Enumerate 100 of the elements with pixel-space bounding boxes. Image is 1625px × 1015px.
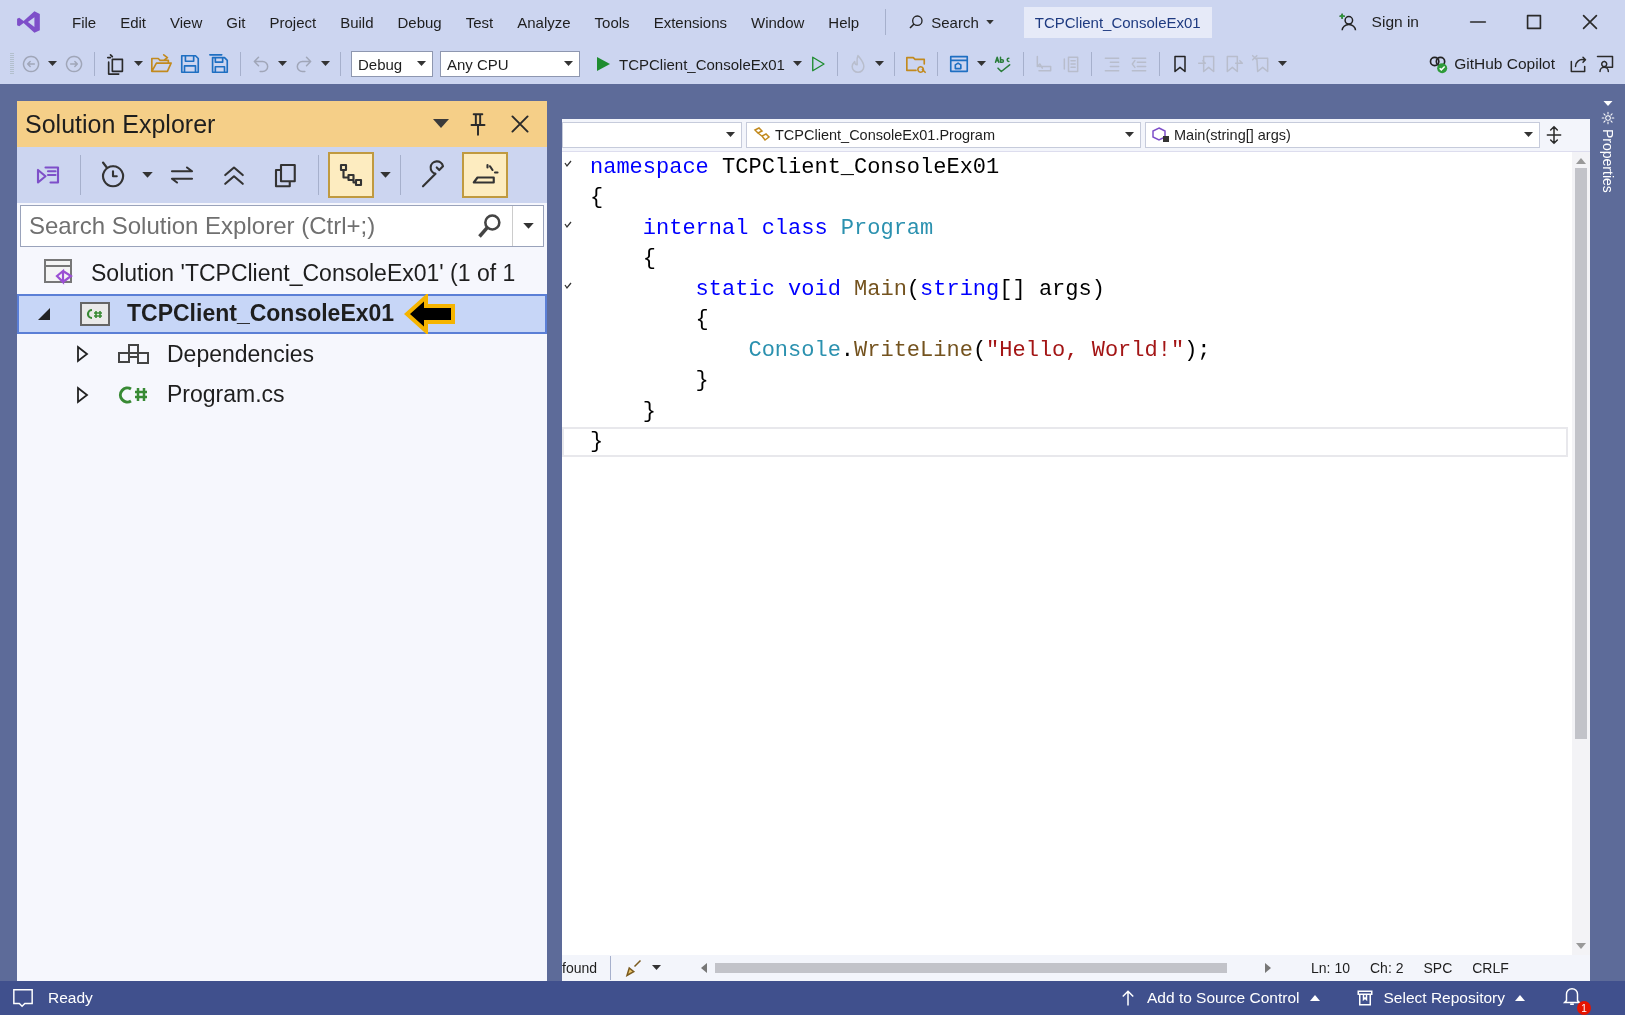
menu-item[interactable]: Tools — [582, 9, 642, 35]
code-line: } — [641, 398, 656, 424]
configuration-dropdown[interactable]: Debug — [351, 51, 433, 77]
search-field[interactable]: Search Solution Explorer (Ctrl+;) — [20, 205, 544, 247]
panel-title: Solution Explorer — [25, 109, 216, 139]
code-line: } — [694, 368, 709, 394]
scroll-left-icon[interactable] — [701, 963, 708, 973]
tree-item-label: TCPClient_ConsoleEx01 — [127, 300, 395, 328]
vertical-scrollbar[interactable] — [1572, 152, 1590, 955]
menu-item[interactable]: Edit — [108, 9, 159, 35]
app-logo-icon — [16, 9, 42, 35]
split-icon[interactable] — [1544, 125, 1564, 145]
scroll-up-icon[interactable] — [1576, 158, 1586, 164]
platform-dropdown[interactable]: Any CPU — [440, 51, 580, 77]
menu-item[interactable]: Test — [453, 9, 506, 35]
menu-item[interactable]: Build — [328, 9, 386, 35]
code-line: internal class Program — [641, 215, 934, 241]
caret-icon — [1309, 995, 1320, 1001]
caret-icon — [564, 61, 573, 67]
save-all-icon[interactable] — [208, 53, 230, 75]
tree-item[interactable]: TCPClient_ConsoleEx01 — [17, 293, 547, 334]
caret-icon[interactable] — [48, 61, 57, 67]
caret-icon[interactable] — [976, 61, 986, 67]
fold-icon[interactable] — [564, 221, 572, 229]
caret-icon — [1515, 995, 1525, 1001]
caret-icon[interactable] — [134, 61, 143, 67]
caret-icon — [1125, 132, 1134, 138]
scroll-right-icon[interactable] — [1265, 963, 1272, 973]
spell-check-icon[interactable] — [992, 54, 1013, 74]
sign-in-button[interactable]: Sign in — [1337, 12, 1419, 32]
tree-item-label: Dependencies — [167, 340, 315, 368]
menu-item[interactable]: Project — [257, 9, 329, 35]
properties-tab[interactable]: Properties — [1599, 129, 1616, 193]
class-icon — [753, 127, 771, 143]
caret-icon[interactable] — [652, 965, 662, 971]
menu-item[interactable]: Debug — [385, 9, 454, 35]
search-icon — [476, 212, 504, 240]
grip-icon — [10, 52, 14, 76]
caret-icon — [985, 19, 994, 25]
menu-item[interactable]: Help — [816, 9, 872, 35]
code-line: { — [694, 307, 709, 333]
tree-item-label: Program.cs — [167, 381, 285, 409]
issues-status: found — [562, 960, 598, 976]
cursor-status[interactable]: CRLF — [1472, 960, 1509, 976]
code-line: Console.WriteLine("Hello, World!"); — [747, 337, 1211, 363]
message-icon — [12, 987, 34, 1009]
caret-icon — [1524, 132, 1533, 138]
caret-icon[interactable] — [142, 171, 153, 179]
menu-item[interactable]: File — [60, 9, 109, 35]
code-line: { — [641, 246, 656, 272]
tree-item[interactable]: Solution 'TCPClient_ConsoleEx01' (1 of 1 — [17, 253, 547, 294]
code-line: static void Main(string[] args) — [694, 276, 1105, 302]
menu-item[interactable]: Analyze — [505, 9, 583, 35]
feedback-icon[interactable] — [1595, 54, 1615, 74]
menu-item[interactable]: Window — [739, 9, 817, 35]
caret-icon[interactable] — [433, 119, 449, 129]
caret-icon — [522, 222, 534, 230]
copilot-button[interactable]: GitHub Copilot — [1428, 54, 1555, 74]
code-line: namespace TCPClient_ConsoleEx01 — [590, 154, 1000, 180]
menu-item[interactable]: Git — [214, 9, 258, 35]
search-icon — [908, 14, 925, 30]
brush-icon[interactable] — [624, 959, 643, 977]
settings-icon[interactable] — [1600, 111, 1615, 125]
fold-icon[interactable] — [564, 282, 572, 290]
expand-arrow-icon[interactable] — [75, 385, 89, 404]
search-button[interactable]: Search — [900, 9, 1002, 35]
caret-icon[interactable] — [1602, 101, 1613, 107]
repository-button[interactable]: Select Repository — [1355, 989, 1525, 1007]
caret-icon — [417, 61, 426, 67]
type-dropdown[interactable]: TCPClient_ConsoleEx01.Program — [746, 122, 1141, 148]
preview-tool-button[interactable] — [462, 152, 508, 198]
caret-icon[interactable] — [380, 171, 391, 179]
csharp-project-icon — [79, 300, 111, 327]
caret-icon[interactable] — [278, 61, 287, 67]
share-icon[interactable] — [1568, 54, 1588, 74]
member-dropdown[interactable]: Main(string[] args) — [1145, 122, 1540, 148]
menu-item[interactable]: View — [158, 9, 215, 35]
fold-icon[interactable] — [564, 160, 572, 168]
code-line: { — [590, 185, 604, 211]
caret-icon[interactable] — [874, 61, 884, 67]
tree-view-tool-button[interactable] — [328, 152, 374, 198]
scroll-down-icon[interactable] — [1576, 943, 1586, 949]
window-title: TCPClient_ConsoleEx01 — [1023, 6, 1212, 38]
save-icon[interactable] — [179, 53, 201, 75]
window-home-icon[interactable] — [947, 53, 970, 75]
start-button[interactable]: TCPClient_ConsoleEx01 — [595, 55, 802, 73]
cursor-status[interactable]: Ln: 10 — [1311, 960, 1350, 976]
cursor-status[interactable]: Ch: 2 — [1370, 960, 1404, 976]
caret-icon — [726, 132, 735, 138]
play-icon — [595, 56, 611, 72]
repository-icon — [1355, 989, 1374, 1007]
horizontal-scrollbar[interactable] — [701, 963, 1272, 973]
caret-icon[interactable] — [1277, 61, 1287, 67]
tree-item[interactable]: Dependencies — [17, 334, 547, 375]
expand-arrow-icon[interactable] — [75, 345, 89, 364]
tree-item[interactable]: Program.cs — [17, 374, 547, 415]
menu-item[interactable]: Extensions — [641, 9, 739, 35]
source-control-button[interactable]: Add to Source Control — [1119, 989, 1320, 1007]
cursor-status[interactable]: SPC — [1423, 960, 1453, 976]
caret-icon[interactable] — [321, 61, 330, 67]
